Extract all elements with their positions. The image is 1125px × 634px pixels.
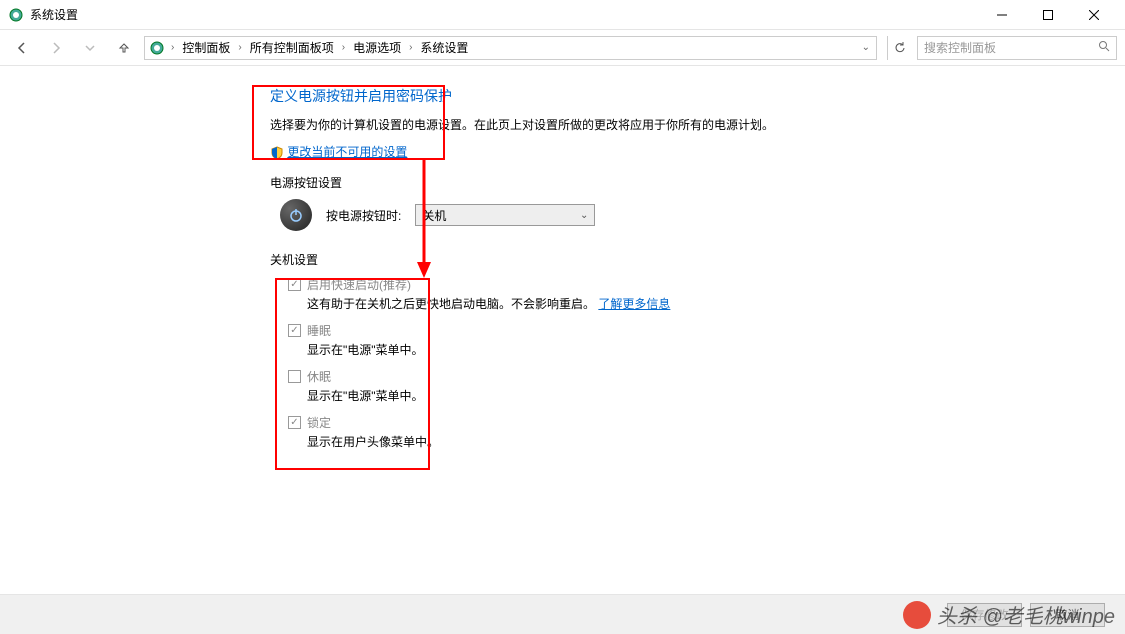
section-power-button: 电源按钮设置 xyxy=(270,174,1125,191)
option-desc: 显示在"电源"菜单中。 xyxy=(288,341,1125,358)
back-button[interactable] xyxy=(8,34,36,62)
option-label: 休眠 xyxy=(307,368,331,385)
option-desc: 这有助于在关机之后更快地启动电脑。不会影响重启。 xyxy=(307,297,595,311)
page-description: 选择要为你的计算机设置的电源设置。在此页上对设置所做的更改将应用于你所有的电源计… xyxy=(270,116,1125,133)
recent-dropdown[interactable] xyxy=(76,34,104,62)
breadcrumb-item[interactable]: 控制面板 xyxy=(180,39,232,56)
dropdown-value: 关机 xyxy=(422,207,446,224)
content-area: 定义电源按钮并启用密码保护 选择要为你的计算机设置的电源设置。在此页上对设置所做… xyxy=(0,66,1125,450)
shield-icon xyxy=(270,146,284,160)
breadcrumb-item[interactable]: 系统设置 xyxy=(418,39,470,56)
checkbox[interactable] xyxy=(288,416,301,429)
learn-more-link[interactable]: 了解更多信息 xyxy=(598,297,670,311)
option-label: 锁定 xyxy=(307,414,331,431)
option-hibernate: 休眠 显示在"电源"菜单中。 xyxy=(288,368,1125,404)
change-unavailable-link[interactable]: 更改当前不可用的设置 xyxy=(287,143,407,160)
window-title: 系统设置 xyxy=(30,6,979,23)
chevron-right-icon: › xyxy=(407,42,414,53)
checkbox[interactable] xyxy=(288,324,301,337)
breadcrumb-item[interactable]: 所有控制面板项 xyxy=(248,39,336,56)
search-icon xyxy=(1098,40,1110,55)
checkbox[interactable] xyxy=(288,278,301,291)
page-title: 定义电源按钮并启用密码保护 xyxy=(270,86,1125,106)
watermark-logo xyxy=(903,601,931,629)
chevron-right-icon: › xyxy=(169,42,176,53)
minimize-button[interactable] xyxy=(979,0,1025,30)
address-bar[interactable]: › 控制面板 › 所有控制面板项 › 电源选项 › 系统设置 ⌄ xyxy=(144,36,877,60)
section-shutdown: 关机设置 xyxy=(270,251,1125,268)
power-icon xyxy=(280,199,312,231)
checkbox[interactable] xyxy=(288,370,301,383)
power-action-dropdown[interactable]: 关机 ⌄ xyxy=(415,204,595,226)
maximize-button[interactable] xyxy=(1025,0,1071,30)
option-desc: 显示在用户头像菜单中。 xyxy=(288,433,1125,450)
close-button[interactable] xyxy=(1071,0,1117,30)
search-box[interactable] xyxy=(917,36,1117,60)
navbar: › 控制面板 › 所有控制面板项 › 电源选项 › 系统设置 ⌄ xyxy=(0,30,1125,66)
address-icon xyxy=(149,40,165,56)
option-desc: 显示在"电源"菜单中。 xyxy=(288,387,1125,404)
search-input[interactable] xyxy=(924,41,1110,55)
option-lock: 锁定 显示在用户头像菜单中。 xyxy=(288,414,1125,450)
up-button[interactable] xyxy=(110,34,138,62)
watermark-text: 头杀 @老毛桃winpe xyxy=(937,600,1115,629)
forward-button[interactable] xyxy=(42,34,70,62)
option-label: 睡眠 xyxy=(307,322,331,339)
breadcrumb-item[interactable]: 电源选项 xyxy=(351,39,403,56)
chevron-down-icon[interactable]: ⌄ xyxy=(860,42,872,53)
option-fast-startup: 启用快速启动(推荐) 这有助于在关机之后更快地启动电脑。不会影响重启。 了解更多… xyxy=(288,276,1125,312)
chevron-right-icon: › xyxy=(340,42,347,53)
chevron-down-icon: ⌄ xyxy=(580,210,588,221)
titlebar: 系统设置 xyxy=(0,0,1125,30)
refresh-button[interactable] xyxy=(887,36,911,60)
option-sleep: 睡眠 显示在"电源"菜单中。 xyxy=(288,322,1125,358)
watermark: 头杀 @老毛桃winpe xyxy=(903,600,1115,629)
option-label: 启用快速启动(推荐) xyxy=(307,276,411,293)
power-button-label: 按电源按钮时: xyxy=(326,207,401,224)
app-icon xyxy=(8,7,24,23)
chevron-right-icon: › xyxy=(236,42,243,53)
